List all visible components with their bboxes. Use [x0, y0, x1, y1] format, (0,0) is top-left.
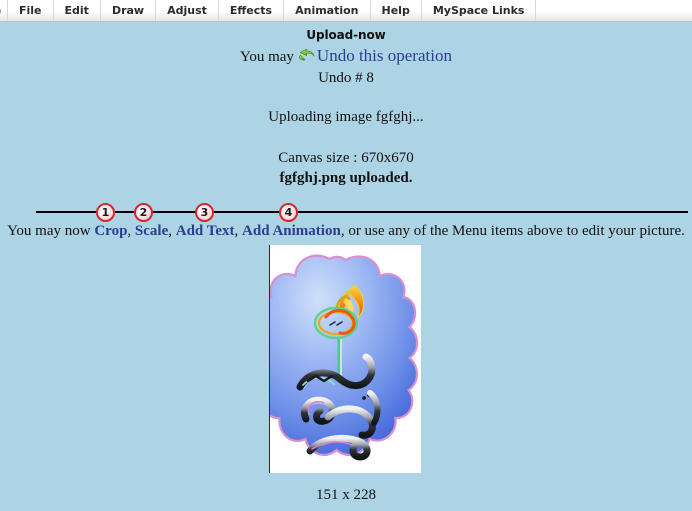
annotation-marker-4-label: 4: [284, 206, 293, 219]
uploading-status-message: Uploading image fgfghj...: [268, 109, 424, 125]
menu-item-help[interactable]: Help: [371, 0, 422, 21]
undo-operation-link[interactable]: Undo this operation: [317, 46, 452, 65]
uploaded-image-preview[interactable]: [269, 245, 421, 473]
page-title: Upload-now: [306, 28, 386, 42]
add-text-link[interactable]: Add Text: [176, 223, 235, 239]
menu-item-edit[interactable]: Edit: [54, 0, 101, 21]
annotation-marker-4[interactable]: 4: [279, 203, 298, 222]
annotation-marker-2-label: 2: [139, 206, 148, 219]
annotation-marker-3-label: 3: [200, 206, 209, 219]
crop-link[interactable]: Crop: [94, 223, 127, 239]
menu-bar: e File Edit Draw Adjust Effects Animatio…: [0, 0, 692, 22]
actions-sep-2: ,: [168, 223, 176, 239]
menu-item-myspace-links[interactable]: MySpace Links: [422, 0, 537, 21]
menu-item-file-label: File: [19, 4, 42, 17]
annotation-marker-2[interactable]: 2: [134, 203, 153, 222]
actions-sep-3: ,: [234, 223, 243, 239]
actions-sep-1: ,: [127, 223, 135, 239]
annotation-marker-1-label: 1: [101, 206, 110, 219]
image-dimensions-label: 151 x 228: [316, 487, 376, 503]
page-content: Upload-now You may Undo this operation Un…: [0, 23, 692, 511]
menu-item-effects[interactable]: Effects: [219, 0, 285, 21]
actions-line: You may now Crop, Scale, Add Text, Add A…: [0, 223, 692, 240]
canvas-size-label: Canvas size : 670x670: [278, 150, 414, 166]
menu-item-edit-label: Edit: [64, 4, 89, 17]
undo-count-label: Undo # 8: [318, 70, 374, 86]
undo-row: You may Undo this operation: [0, 46, 692, 67]
menu-item-adjust[interactable]: Adjust: [156, 0, 219, 21]
menu-bar-filler: [536, 0, 692, 21]
menu-item-adjust-label: Adjust: [167, 4, 207, 17]
menu-item-effects-label: Effects: [229, 4, 273, 17]
scale-link[interactable]: Scale: [135, 223, 168, 239]
menu-item-draw-label: Draw: [111, 4, 145, 17]
annotation-marker-1[interactable]: 1: [96, 203, 115, 222]
upload-complete-message: fgfghj.png uploaded.: [279, 170, 413, 186]
menu-item-help-label: Help: [381, 4, 410, 17]
menu-item-file[interactable]: File: [8, 0, 54, 21]
arabic-calligraphy-artwork: [270, 245, 421, 473]
menu-item-animation[interactable]: Animation: [284, 0, 371, 21]
actions-suffix-label: , or use any of the Menu items above to …: [340, 223, 685, 239]
annotation-marker-3[interactable]: 3: [195, 203, 214, 222]
undo-prefix-label: You may: [240, 49, 294, 65]
menu-item-myspace-links-label: MySpace Links: [432, 4, 525, 17]
undo-arrow-icon: [298, 48, 315, 64]
menu-item-draw[interactable]: Draw: [101, 0, 157, 21]
actions-prefix-label: You may now: [7, 223, 95, 239]
menu-item-clipped[interactable]: e: [0, 0, 8, 21]
menu-item-animation-label: Animation: [295, 4, 359, 17]
menu-item-clipped-label: e: [0, 4, 1, 17]
add-animation-link[interactable]: Add Animation: [242, 223, 341, 239]
